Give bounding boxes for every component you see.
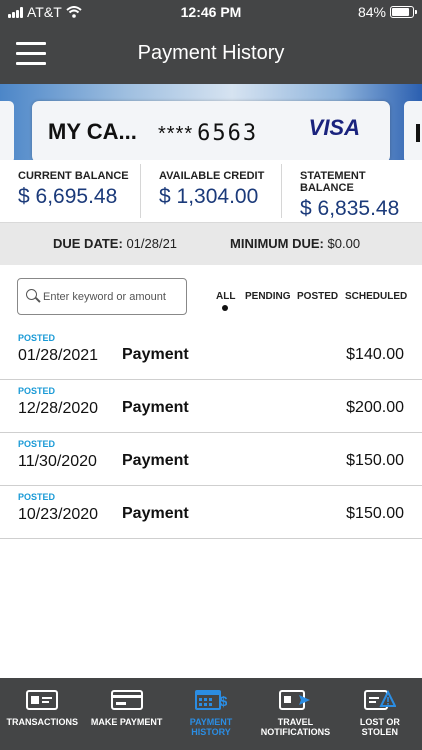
card-number-mask: ****: [158, 123, 194, 145]
payment-amount: $200.00: [346, 399, 404, 416]
nav-label: LOST OR: [359, 717, 400, 727]
filter-all[interactable]: ALL: [216, 291, 235, 302]
nav-label: TRAVEL: [277, 717, 314, 727]
status-badge: POSTED: [18, 386, 56, 396]
filter-posted[interactable]: POSTED: [297, 291, 338, 302]
payment-date: 10/23/2020: [18, 506, 99, 523]
payment-description: Payment: [122, 452, 189, 469]
nav-travel-notifications[interactable]: TRAVEL NOTIFICATIONS: [253, 678, 337, 750]
due-info-bar: DUE DATE: 01/28/21 MINIMUM DUE: $0.00: [0, 222, 422, 265]
app-header: Payment History: [0, 24, 422, 84]
minimum-due: MINIMUM DUE: $0.00: [230, 236, 360, 251]
card-plane-icon: [279, 690, 311, 710]
battery-level: [392, 8, 409, 16]
calendar-dollar-icon: $: [195, 690, 227, 710]
balance-value: $ 6,695.48: [18, 185, 118, 208]
card-number: **** 6563: [158, 121, 258, 146]
balance-label: AVAILABLE CREDIT: [159, 170, 265, 182]
search-input[interactable]: Enter keyword or amount: [17, 278, 187, 315]
balance-label: STATEMENT BALANCE: [300, 170, 366, 194]
nav-label: TRANSACTIONS: [6, 717, 78, 727]
payment-amount: $150.00: [346, 505, 404, 522]
nav-label: HISTORY: [191, 727, 231, 737]
search-icon: [26, 289, 41, 303]
card-warning-icon: [363, 689, 396, 710]
next-card[interactable]: [404, 101, 422, 160]
svg-text:$: $: [220, 693, 227, 709]
payment-list: POSTED 01/28/2021 Payment $140.00 POSTED…: [0, 327, 422, 539]
card-name: MY CA...: [48, 119, 137, 144]
available-credit: AVAILABLE CREDIT $ 1,304.00: [141, 164, 282, 218]
nav-make-payment[interactable]: MAKE PAYMENT: [84, 678, 168, 750]
payment-description: Payment: [122, 399, 189, 416]
payment-amount: $150.00: [346, 452, 404, 469]
balance-summary: CURRENT BALANCE $ 6,695.48 AVAILABLE CRE…: [0, 160, 422, 222]
payment-date: 12/28/2020: [18, 400, 99, 417]
nav-payment-history[interactable]: $ PAYMENT HISTORY: [169, 678, 253, 750]
nav-lost-or-stolen[interactable]: LOST OR STOLEN: [338, 678, 422, 750]
nav-label: PAYMENT: [189, 717, 233, 727]
previous-card[interactable]: [0, 101, 14, 160]
nav-label: STOLEN: [361, 727, 398, 737]
minimum-due-label: MINIMUM DUE:: [230, 236, 324, 251]
filter-pending[interactable]: PENDING: [245, 291, 291, 302]
list-item[interactable]: POSTED 11/30/2020 Payment $150.00: [0, 433, 422, 486]
due-date-label: DUE DATE:: [53, 236, 123, 251]
payment-description: Payment: [122, 505, 189, 522]
minimum-due-value: $0.00: [327, 236, 361, 251]
due-date-value: 01/28/21: [126, 236, 178, 251]
card-carousel[interactable]: MY CA... **** 6563 VISA: [0, 84, 422, 160]
due-date: DUE DATE: 01/28/21: [53, 236, 177, 251]
visa-logo: VISA: [308, 115, 360, 140]
filter-scheduled[interactable]: SCHEDULED: [345, 291, 407, 302]
selected-filter-indicator: [222, 305, 228, 311]
list-item[interactable]: POSTED 01/28/2021 Payment $140.00: [0, 327, 422, 380]
battery-icon: [390, 6, 417, 18]
balance-value: $ 1,304.00: [159, 185, 259, 208]
nav-label: NOTIFICATIONS: [260, 727, 331, 737]
search-placeholder: Enter keyword or amount: [43, 291, 166, 303]
payment-description: Payment: [122, 346, 189, 363]
balance-value: $ 6,835.48: [300, 197, 400, 220]
status-badge: POSTED: [18, 333, 56, 343]
list-item[interactable]: POSTED 10/23/2020 Payment $150.00: [0, 486, 422, 539]
card-last4: 6563: [197, 121, 259, 146]
bottom-nav: TRANSACTIONS MAKE PAYMENT $ PAYMENT HIST…: [0, 678, 422, 750]
balance-label: CURRENT BALANCE: [18, 170, 129, 182]
payment-amount: $140.00: [346, 346, 404, 363]
status-badge: POSTED: [18, 439, 56, 449]
credit-card[interactable]: MY CA... **** 6563 VISA: [32, 101, 390, 160]
list-item[interactable]: POSTED 12/28/2020 Payment $200.00: [0, 380, 422, 433]
status-badge: POSTED: [18, 492, 56, 502]
statement-balance: STATEMENT BALANCE $ 6,835.48: [282, 164, 422, 220]
page-title: Payment History: [137, 42, 285, 64]
current-balance: CURRENT BALANCE $ 6,695.48: [0, 164, 141, 218]
card-list-icon: [26, 690, 59, 710]
status-bar: AT&T 12:46 PM 84%: [0, 0, 422, 24]
nav-transactions[interactable]: TRANSACTIONS: [0, 678, 84, 750]
battery-percent: 84%: [357, 4, 386, 20]
nav-label: MAKE PAYMENT: [90, 717, 163, 727]
status-right: 84%: [357, 4, 417, 20]
payment-date: 11/30/2020: [18, 453, 97, 470]
card-payment-icon: [110, 690, 143, 710]
payment-date: 01/28/2021: [18, 347, 99, 364]
